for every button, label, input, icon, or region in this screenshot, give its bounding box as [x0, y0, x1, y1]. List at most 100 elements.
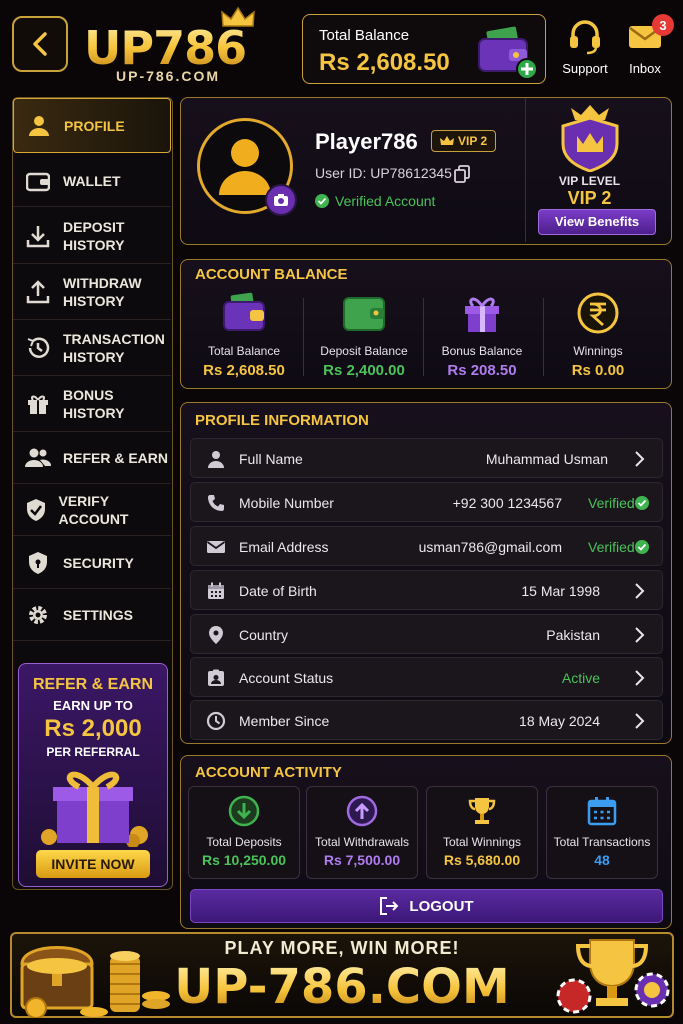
account-balance-card: ACCOUNT BALANCE Total Balance Rs 2,608.5…: [180, 259, 672, 389]
sidebar-item-label: WITHDRAW: [63, 275, 142, 291]
sidebar-item-deposit-history[interactable]: DEPOSIT HISTORY: [13, 209, 171, 264]
info-label: Email Address: [239, 539, 329, 555]
sidebar-item-label: DEPOSIT: [63, 219, 125, 235]
chevron-right-icon: [635, 583, 645, 599]
banner-domain: UP-786.COM: [162, 958, 522, 1016]
sidebar-item-settings[interactable]: SETTINGS: [13, 589, 171, 641]
verified-status: Verified: [588, 539, 635, 555]
back-button[interactable]: [12, 16, 68, 72]
account-activity-title: ACCOUNT ACTIVITY: [195, 764, 342, 781]
balance-cell-total: Total Balance Rs 2,608.50: [185, 288, 303, 388]
info-row-account-status[interactable]: Account Status Active: [190, 657, 663, 697]
info-value: Muhammad Usman: [485, 451, 608, 467]
sidebar-item-profile[interactable]: PROFILE: [13, 98, 171, 153]
user-id: User ID: UP78612345: [315, 165, 452, 181]
balance-cell-winnings: Winnings Rs 0.00: [539, 288, 657, 388]
trophy-chips-icon: [556, 939, 670, 1014]
chevron-left-icon: [33, 32, 47, 56]
promo-earn-up-to: EARN UP TO: [53, 698, 133, 713]
download-circle-icon: [228, 795, 260, 827]
logo-domain: UP-786.COM: [116, 68, 221, 84]
sidebar-item-label-2: HISTORY: [63, 293, 125, 309]
sidebar-item-label: SECURITY: [63, 554, 134, 571]
phone-icon: [205, 492, 227, 514]
sidebar-item-label: PROFILE: [64, 117, 125, 134]
promo-banner[interactable]: PLAY MORE, WIN MORE! UP-786.COM: [10, 932, 674, 1018]
user-icon: [14, 115, 64, 137]
balance-label: Bonus Balance: [441, 344, 523, 358]
refer-earn-promo: REFER & EARN EARN UP TO Rs 2,000 PER REF…: [18, 663, 168, 887]
location-icon: [205, 624, 227, 646]
sidebar-item-withdraw-history[interactable]: WITHDRAW HISTORY: [13, 265, 171, 320]
activity-value: Rs 10,250.00: [201, 852, 287, 868]
sidebar-item-label: VERIFY ACCOUNT: [58, 492, 129, 527]
info-row-date-of-birth[interactable]: Date of Birth 15 Mar 1998: [190, 570, 663, 610]
balance-value: Rs 2,400.00: [323, 362, 405, 379]
download-icon: [13, 224, 63, 248]
id-card-icon: [205, 667, 227, 689]
mail-icon: [205, 536, 227, 558]
info-value: 18 May 2024: [519, 713, 600, 729]
sidebar-item-verify-account[interactable]: VERIFY ACCOUNT: [13, 484, 171, 536]
activity-cell-winnings: Total Winnings Rs 5,680.00: [426, 786, 538, 879]
gear-icon: [13, 603, 63, 627]
check-circle-icon: [315, 194, 329, 208]
vip-level-label: VIP LEVEL: [558, 174, 621, 188]
sidebar-item-label: BONUS: [63, 387, 114, 403]
balance-label: Winnings: [573, 344, 623, 358]
promo-title: REFER & EARN: [32, 676, 153, 693]
check-circle-icon: [635, 540, 649, 554]
info-row-full-name[interactable]: Full Name Muhammad Usman: [190, 438, 663, 478]
promo-amount: Rs 2,000: [44, 715, 142, 742]
invite-now-button[interactable]: INVITE NOW: [36, 850, 150, 878]
headset-icon: [570, 20, 600, 55]
info-row-country[interactable]: Country Pakistan: [190, 614, 663, 654]
sidebar-item-refer-earn[interactable]: REFER & EARN: [13, 432, 171, 484]
activity-label: Total Withdrawals: [314, 835, 410, 849]
support-button[interactable]: Support: [555, 16, 615, 76]
profile-card: Player786 VIP 2 User ID: UP78612345 Veri…: [180, 97, 672, 245]
user-icon: [219, 139, 271, 195]
sidebar-item-transaction-history[interactable]: TRANSACTION HISTORY: [13, 321, 171, 376]
info-label: Account Status: [239, 670, 334, 686]
wallet-icon: [478, 26, 538, 80]
activity-value: Rs 7,500.00: [323, 852, 401, 868]
gift-icon: [465, 297, 499, 332]
user-icon: [205, 448, 227, 470]
view-benefits-button[interactable]: View Benefits: [538, 209, 656, 235]
inbox-label: Inbox: [629, 61, 661, 76]
upload-circle-icon: [346, 795, 378, 827]
profile-information-title: PROFILE INFORMATION: [195, 412, 369, 429]
shield-check-icon: [13, 498, 58, 522]
calendar-icon: [205, 580, 227, 602]
verified-account: Verified Account: [335, 193, 436, 209]
account-activity-card: ACCOUNT ACTIVITY Total Deposits Rs 10,25…: [180, 755, 672, 929]
logout-button[interactable]: LOGOUT: [190, 889, 663, 923]
treasure-chest-icon: [20, 946, 170, 1018]
camera-icon: [274, 194, 288, 206]
sidebar-item-security[interactable]: SECURITY: [13, 537, 171, 589]
balance-label: Deposit Balance: [320, 344, 408, 358]
activity-value: 48: [594, 852, 610, 868]
info-value: Pakistan: [546, 627, 600, 643]
info-value: usman786@gmail.com: [418, 539, 562, 555]
total-balance-box[interactable]: Total Balance Rs 2,608.50: [302, 14, 546, 84]
logout-label: LOGOUT: [409, 897, 474, 915]
sidebar-item-label-2: HISTORY: [63, 237, 125, 253]
sidebar-item-wallet[interactable]: WALLET: [13, 155, 171, 207]
copy-icon[interactable]: [454, 165, 470, 183]
sidebar-item-label: REFER & EARN: [63, 449, 169, 466]
crown-icon: [440, 136, 454, 145]
info-row-member-since[interactable]: Member Since 18 May 2024: [190, 700, 663, 740]
activity-cell-transactions: Total Transactions 48: [546, 786, 658, 879]
info-row-email-address[interactable]: Email Address usman786@gmail.com Verifie…: [190, 526, 663, 566]
shield-lock-icon: [13, 551, 63, 575]
vip-badge-icon: [561, 105, 618, 172]
calendar-icon: [587, 797, 617, 826]
info-label: Member Since: [239, 713, 330, 729]
support-label: Support: [562, 61, 608, 76]
info-row-mobile-number[interactable]: Mobile Number +92 300 1234567 Verified: [190, 482, 663, 522]
account-balance-title: ACCOUNT BALANCE: [195, 266, 348, 283]
sidebar-item-bonus-history[interactable]: BONUS HISTORY: [13, 377, 171, 432]
change-photo-button[interactable]: [265, 184, 297, 216]
